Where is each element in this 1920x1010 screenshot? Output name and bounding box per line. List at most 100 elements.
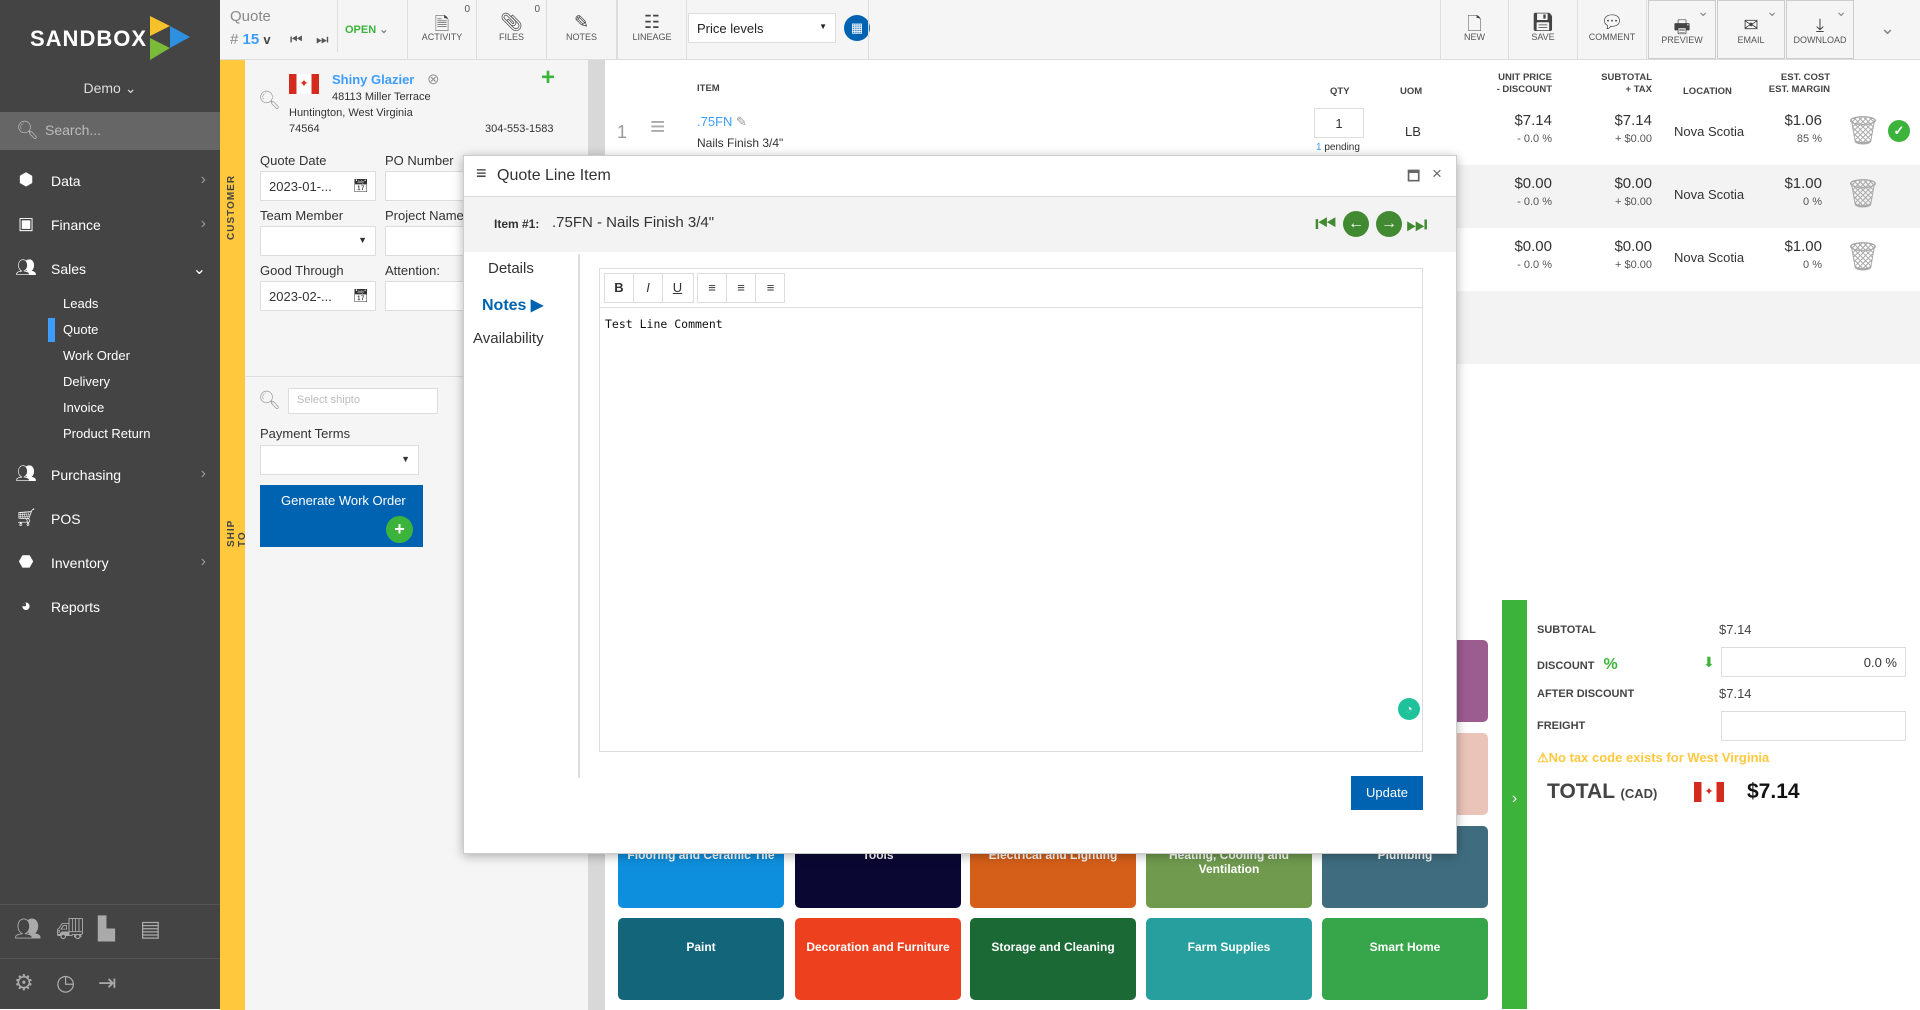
- qty-input[interactable]: 1: [1314, 108, 1364, 138]
- lineage-button[interactable]: ☷ LINEAGE: [617, 0, 687, 59]
- download-circle-icon[interactable]: ⬇: [1703, 654, 1715, 671]
- payment-terms-select[interactable]: ▼: [260, 445, 419, 475]
- chevron-down-icon[interactable]: ⌄: [1697, 3, 1709, 20]
- update-button[interactable]: Update: [1351, 776, 1423, 810]
- next-item-icon[interactable]: →: [1376, 211, 1402, 237]
- doc-type: Quote: [230, 8, 271, 25]
- align-left-button[interactable]: ≡: [698, 274, 727, 303]
- tab-notes[interactable]: Notes ▶: [482, 295, 543, 315]
- first-item-icon[interactable]: ⏮: [1315, 211, 1337, 239]
- freight-input[interactable]: [1721, 711, 1906, 741]
- notes-textarea[interactable]: Test Line Comment: [605, 317, 723, 331]
- bold-button[interactable]: B: [605, 274, 634, 303]
- sidebar-item-finance[interactable]: ▣ Finance ›: [0, 210, 220, 240]
- delete-line-icon[interactable]: 🗑︎: [1845, 114, 1881, 147]
- previous-doc-icon[interactable]: ⏮: [290, 31, 303, 48]
- version-selector[interactable]: v: [263, 32, 270, 47]
- calendar-icon[interactable]: 📅︎: [352, 288, 369, 304]
- email-button[interactable]: ✉ EMAIL ⌄: [1717, 0, 1785, 59]
- quote-date-field[interactable]: 2023-01-... 📅︎: [260, 171, 376, 201]
- search-icon[interactable]: 🔍︎: [258, 390, 281, 411]
- category-tile[interactable]: Decoration and Furniture: [795, 918, 961, 1000]
- sidebar-sub-product-return[interactable]: Product Return: [63, 426, 150, 441]
- calculator-icon[interactable]: ▦: [844, 15, 870, 41]
- category-tile[interactable]: Farm Supplies: [1146, 918, 1312, 1000]
- delete-line-icon[interactable]: 🗑︎: [1845, 177, 1881, 210]
- last-item-icon[interactable]: ⏭: [1406, 211, 1428, 239]
- clock-icon[interactable]: ◷: [56, 970, 75, 996]
- tab-details[interactable]: Details: [488, 260, 534, 277]
- download-button[interactable]: ⤓ DOWNLOAD ⌄: [1786, 0, 1854, 59]
- sidebar-item-purchasing[interactable]: 👥︎ Purchasing ›: [0, 460, 220, 490]
- activity-button[interactable]: 🗎 ACTIVITY 0: [407, 0, 477, 59]
- calendar-icon[interactable]: 📅︎: [352, 178, 369, 194]
- item-code-link[interactable]: .75FN ✎: [697, 114, 747, 130]
- close-icon[interactable]: ×: [1432, 164, 1442, 184]
- sidebar-item-sales[interactable]: 👥︎ Sales ⌄: [0, 254, 220, 284]
- save-button[interactable]: 💾︎ SAVE: [1509, 0, 1578, 59]
- good-through-field[interactable]: 2023-02-... 📅︎: [260, 281, 376, 311]
- remove-customer-icon[interactable]: ⊗: [427, 70, 440, 88]
- next-doc-icon[interactable]: ⏭: [316, 31, 329, 48]
- shipto-search-input[interactable]: Select shipto: [288, 388, 438, 414]
- discount-input[interactable]: 0.0 %: [1721, 647, 1906, 677]
- sidebar-sub-work-order[interactable]: Work Order: [63, 348, 130, 363]
- line-tax: + $0.00: [1614, 259, 1652, 271]
- sidebar-item-reports[interactable]: ◕ Reports: [0, 592, 220, 622]
- sidebar-sub-delivery[interactable]: Delivery: [63, 374, 110, 389]
- chevron-right-icon: ›: [200, 465, 206, 482]
- menu-icon[interactable]: ≡: [476, 163, 487, 184]
- archive-icon[interactable]: ▤: [140, 916, 161, 942]
- sidebar-item-inventory[interactable]: ⬣ Inventory ›: [0, 548, 220, 578]
- maximize-icon[interactable]: 🗖︎: [1407, 166, 1420, 190]
- search-icon[interactable]: 🔍︎: [258, 90, 281, 111]
- format-group: B I U: [604, 273, 694, 303]
- align-right-button[interactable]: ≡: [756, 274, 785, 303]
- factory-icon[interactable]: ▙: [98, 916, 115, 942]
- underline-button[interactable]: U: [663, 274, 692, 303]
- team-member-select[interactable]: ▼: [260, 226, 376, 256]
- status-dropdown[interactable]: OPEN ⌄: [345, 23, 388, 36]
- chevron-down-icon[interactable]: ⌄: [1766, 3, 1778, 20]
- previous-item-icon[interactable]: ←: [1343, 211, 1369, 237]
- truck-icon[interactable]: 🚚︎: [56, 916, 84, 942]
- price-levels-select[interactable]: Price levels ▼: [688, 13, 836, 43]
- italic-button[interactable]: I: [634, 274, 663, 303]
- pending-qty[interactable]: 1 pending: [1316, 142, 1360, 153]
- drag-handle-icon[interactable]: ≡: [650, 113, 665, 139]
- comments-icon: 💬︎: [1600, 12, 1624, 32]
- category-tile[interactable]: Paint: [618, 918, 784, 1000]
- contacts-icon[interactable]: 👥︎: [14, 916, 42, 942]
- tab-availability[interactable]: Availability: [473, 330, 544, 347]
- more-chevron-icon[interactable]: ⌄: [1880, 18, 1895, 39]
- comment-button[interactable]: 💬︎ COMMENT: [1578, 0, 1647, 59]
- gear-icon[interactable]: ⚙: [14, 970, 34, 996]
- expand-totals-icon[interactable]: ›: [1502, 600, 1527, 1009]
- delete-line-icon[interactable]: 🗑︎: [1845, 240, 1881, 273]
- new-button[interactable]: 🗋 NEW: [1440, 0, 1509, 59]
- align-center-button[interactable]: ≡: [727, 274, 756, 303]
- sidebar-sub-quote[interactable]: Quote: [63, 322, 98, 337]
- customer-name-link[interactable]: Shiny Glazier: [332, 72, 414, 87]
- files-button[interactable]: 📎︎ FILES 0: [477, 0, 547, 59]
- category-tile[interactable]: Smart Home: [1322, 918, 1488, 1000]
- sidebar-sub-invoice[interactable]: Invoice: [63, 400, 104, 415]
- category-tile[interactable]: Storage and Cleaning: [970, 918, 1136, 1000]
- sidebar-item-data[interactable]: ⬢ Data ›: [0, 166, 220, 196]
- sitemap-icon: ☷: [643, 12, 661, 32]
- workspace-selector[interactable]: Demo ⌄: [0, 80, 220, 97]
- uom: LB: [1405, 124, 1421, 139]
- chevron-down-icon[interactable]: ⌄: [1835, 3, 1847, 20]
- preview-button[interactable]: 🖶 PREVIEW ⌄: [1648, 0, 1716, 59]
- edit-icon[interactable]: ✎: [736, 114, 747, 129]
- notes-button[interactable]: ✎ NOTES: [547, 0, 617, 59]
- add-icon[interactable]: +: [541, 64, 555, 92]
- new-document-icon: 🗋: [1467, 14, 1482, 34]
- logout-icon[interactable]: ⇥: [98, 970, 116, 996]
- generate-work-order-button[interactable]: Generate Work Order +: [260, 485, 423, 547]
- percent-toggle[interactable]: %: [1604, 656, 1618, 673]
- sidebar-item-pos[interactable]: 🛒︎ POS: [0, 504, 220, 534]
- sidebar-sub-leads[interactable]: Leads: [63, 296, 98, 311]
- sidebar-search[interactable]: 🔍︎ Search...: [0, 112, 220, 150]
- grammar-check-icon[interactable]: ◔: [1398, 698, 1420, 720]
